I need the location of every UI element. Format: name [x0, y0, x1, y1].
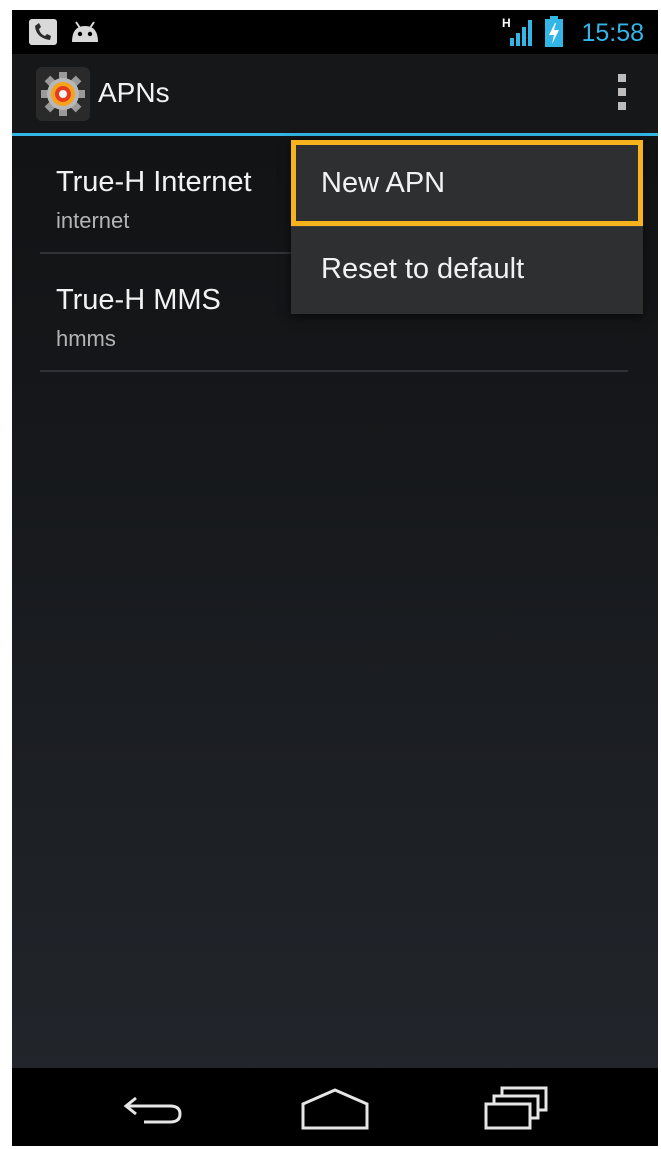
back-icon[interactable]	[114, 1082, 194, 1132]
navigation-bar	[12, 1068, 658, 1146]
page-title: APNs	[98, 77, 170, 108]
android-screen: H 15:58 APNs True-H Internet internet Tr…	[12, 10, 658, 1146]
apn-name: True-H Internet	[56, 166, 252, 198]
android-icon	[68, 18, 102, 51]
signal-h-icon: H	[502, 16, 534, 53]
apn-value: internet	[56, 208, 130, 233]
battery-charging-icon	[544, 16, 564, 53]
network-type-label: H	[502, 16, 511, 30]
menu-item-new-apn[interactable]: New APN	[291, 140, 643, 226]
action-bar: APNs	[12, 54, 658, 136]
apn-name: True-H MMS	[56, 284, 221, 316]
recents-icon[interactable]	[476, 1082, 556, 1132]
menu-item-reset-to-default[interactable]: Reset to default	[291, 226, 643, 312]
phone-signal-app-icon	[28, 18, 58, 51]
home-icon[interactable]	[295, 1082, 375, 1132]
more-vertical-icon[interactable]	[612, 74, 632, 118]
apn-value: hmms	[56, 326, 116, 351]
overflow-menu: New APN Reset to default	[291, 140, 643, 314]
status-bar: H 15:58	[12, 10, 658, 54]
settings-gear-icon[interactable]	[36, 67, 90, 121]
status-time: 15:58	[581, 19, 644, 47]
